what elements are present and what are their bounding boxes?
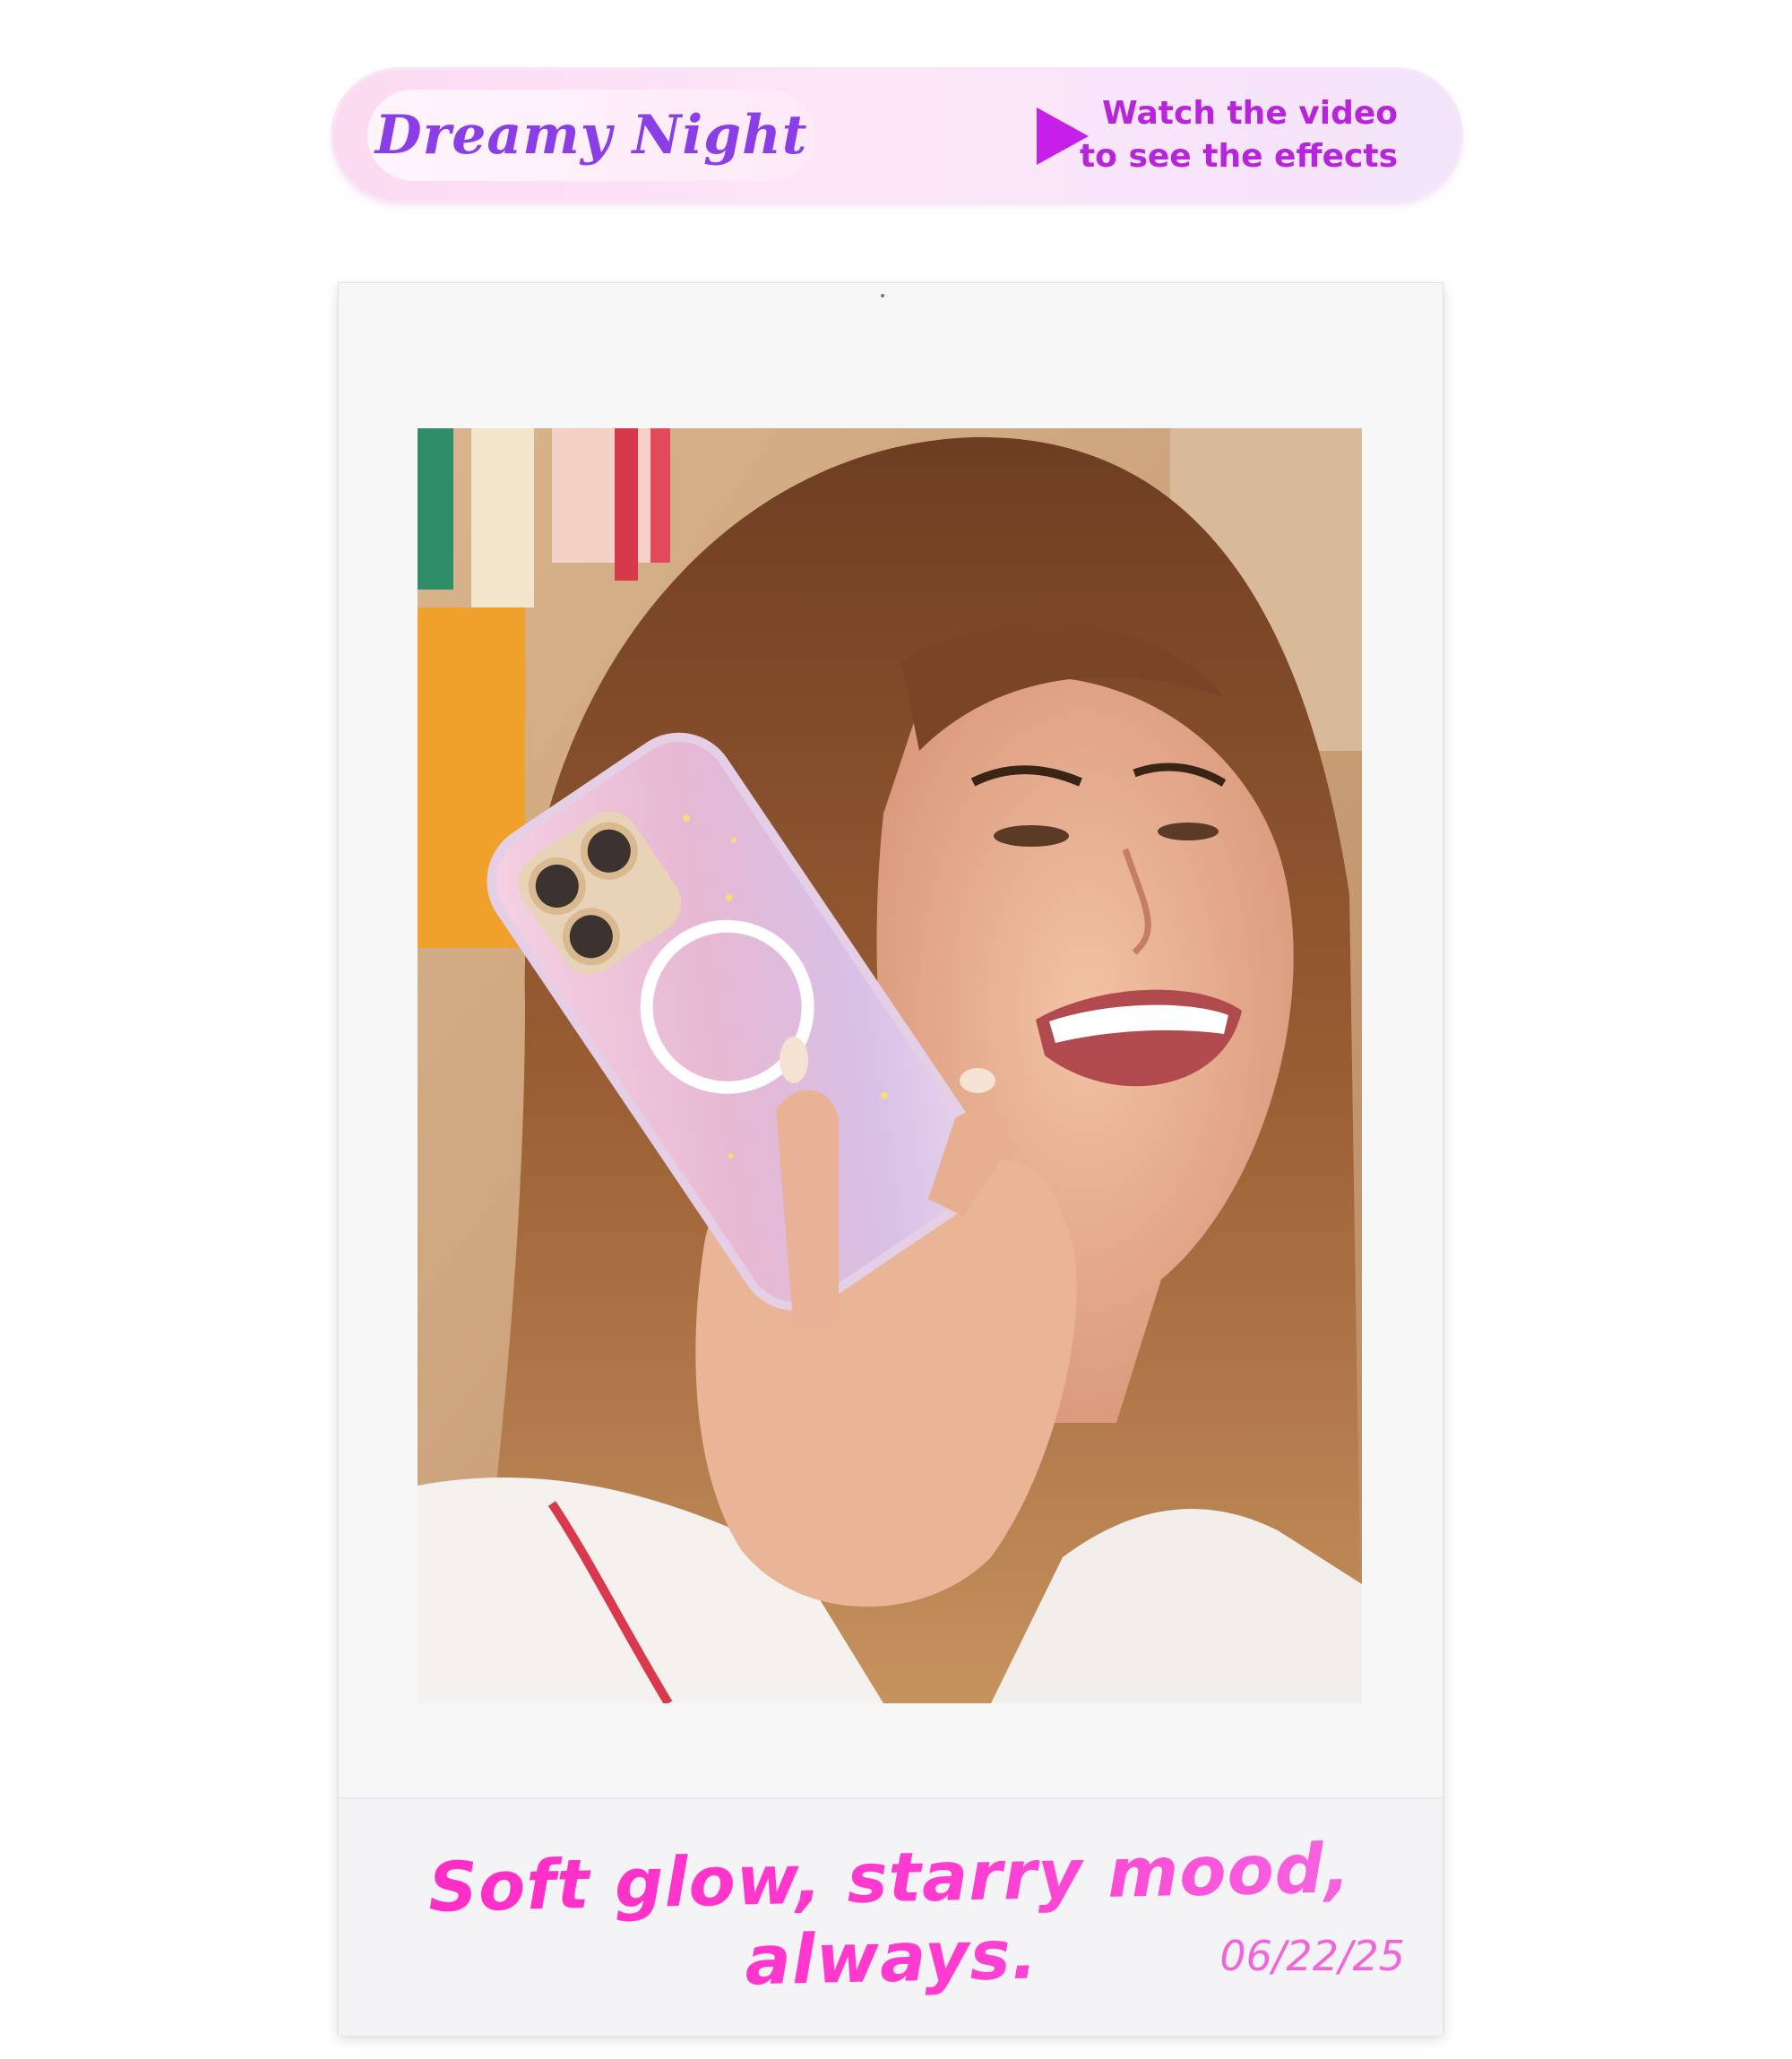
photo-date: 06/22/25 (1219, 1932, 1405, 1980)
photo-caption: Soft glow, starry mood, always. (337, 1826, 1443, 2009)
banner-title-pill: Dreamy Night (367, 90, 815, 181)
cta-line-2: to see the effects (1079, 138, 1398, 175)
polaroid-card: Soft glow, starry mood, always. 06/22/25 (337, 282, 1443, 2036)
cta-line-1: Watch the video (1102, 95, 1398, 132)
card-pin (881, 294, 884, 297)
video-banner[interactable]: Dreamy Night Watch the video to see the … (333, 70, 1460, 201)
photo-image (418, 428, 1362, 1703)
banner-title: Dreamy Night (375, 104, 808, 167)
watch-video-link[interactable]: Watch the video to see the effects (1080, 92, 1398, 178)
